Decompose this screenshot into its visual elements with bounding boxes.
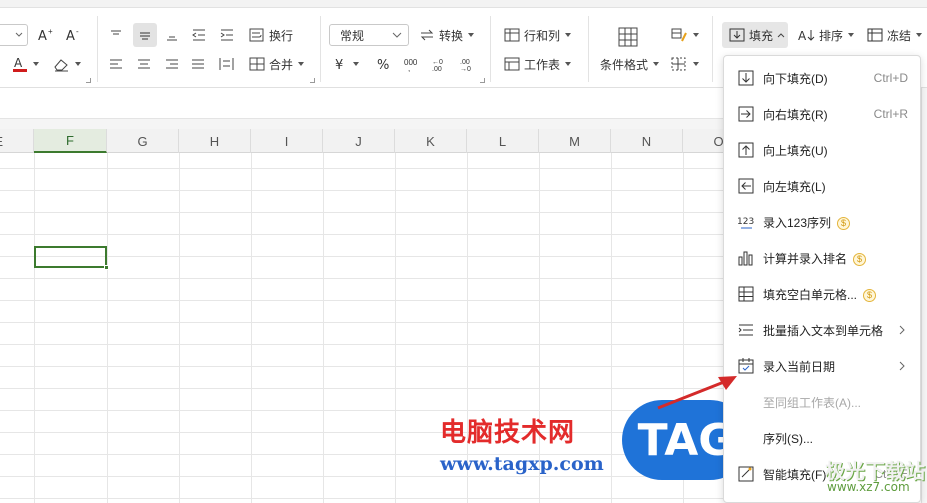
spreadsheet-window: A + A- A 换行 合并 常规 转换 ¥ % 000 , ←0 .00 .0…	[0, 0, 927, 503]
annotation-arrow	[657, 376, 737, 410]
